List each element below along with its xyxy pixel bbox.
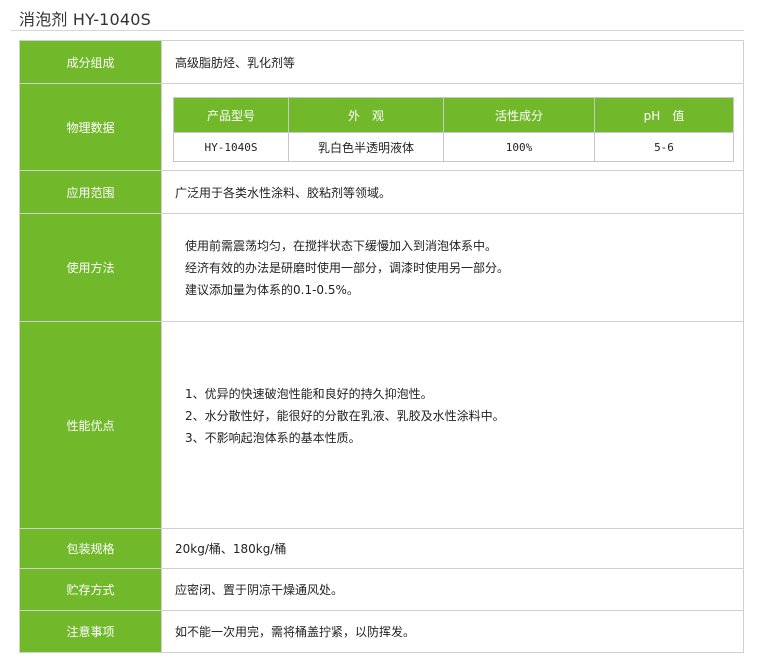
physical-header-row: 产品型号 外 观 活性成分 pH 值 <box>173 97 734 133</box>
cell-active-content: 100% <box>443 132 595 162</box>
header-active-content: 活性成分 <box>443 97 595 133</box>
value-composition: 高级脂肪烃、乳化剂等 <box>175 55 296 70</box>
product-spec-table: 成分组成 高级脂肪烃、乳化剂等 物理数据 产品型号 外 观 活性成分 pH 值 … <box>19 40 744 653</box>
row-physical: 物理数据 产品型号 外 观 活性成分 pH 值 HY-1040S 乳白色半透明液… <box>20 84 743 171</box>
row-advantages: 性能优点 1、优异的快速破泡性能和良好的持久抑泡性。 2、水分散性好，能很好的分… <box>20 322 743 529</box>
value-storage: 应密闭、置于阴凉干燥通风处。 <box>175 583 344 597</box>
page-title: 消泡剂 HY-1040S <box>19 10 152 29</box>
header-appearance: 外 观 <box>288 97 444 133</box>
row-notes: 注意事项 如不能一次用完，需将桶盖拧紧，以防挥发。 <box>20 611 743 652</box>
label-storage: 贮存方式 <box>20 569 162 610</box>
title-divider <box>11 30 744 31</box>
row-application: 应用范围 广泛用于各类水性涂料、胶粘剂等领域。 <box>20 171 743 214</box>
label-composition: 成分组成 <box>20 41 162 83</box>
advantage-line: 2、水分散性好，能很好的分散在乳液、乳胶及水性涂料中。 <box>185 409 505 423</box>
usage-line: 使用前需震荡均匀，在搅拌状态下缓慢加入到消泡体系中。 <box>185 238 498 253</box>
cell-appearance: 乳白色半透明液体 <box>288 132 444 162</box>
label-application: 应用范围 <box>20 171 162 213</box>
label-notes: 注意事项 <box>20 611 162 652</box>
row-packaging: 包装规格 20kg/桶、180kg/桶 <box>20 529 743 569</box>
cell-model: HY-1040S <box>173 132 289 162</box>
value-notes: 如不能一次用完，需将桶盖拧紧，以防挥发。 <box>175 625 416 639</box>
cell-ph: 5-6 <box>594 132 734 162</box>
label-advantages: 性能优点 <box>20 322 162 528</box>
row-composition: 成分组成 高级脂肪烃、乳化剂等 <box>20 41 743 84</box>
usage-line: 建议添加量为体系的0.1-0.5%。 <box>185 282 359 297</box>
label-usage: 使用方法 <box>20 214 162 321</box>
header-model: 产品型号 <box>173 97 289 133</box>
physical-data-table: 产品型号 外 观 活性成分 pH 值 HY-1040S 乳白色半透明液体 100… <box>173 97 734 162</box>
value-physical: 产品型号 外 观 活性成分 pH 值 HY-1040S 乳白色半透明液体 100… <box>162 84 743 170</box>
value-application: 广泛用于各类水性涂料、胶粘剂等领域。 <box>175 185 392 200</box>
usage-line: 经济有效的办法是研磨时使用一部分，调漆时使用另一部分。 <box>185 260 510 275</box>
value-packaging: 20kg/桶、180kg/桶 <box>175 542 287 556</box>
label-physical: 物理数据 <box>20 84 162 170</box>
row-usage: 使用方法 使用前需震荡均匀，在搅拌状态下缓慢加入到消泡体系中。 经济有效的办法是… <box>20 214 743 322</box>
row-storage: 贮存方式 应密闭、置于阴凉干燥通风处。 <box>20 569 743 611</box>
physical-data-row: HY-1040S 乳白色半透明液体 100% 5-6 <box>173 132 734 162</box>
value-usage: 使用前需震荡均匀，在搅拌状态下缓慢加入到消泡体系中。 经济有效的办法是研磨时使用… <box>162 214 743 321</box>
label-packaging: 包装规格 <box>20 529 162 568</box>
advantage-line: 1、优异的快速破泡性能和良好的持久抑泡性。 <box>185 387 433 401</box>
header-ph: pH 值 <box>594 97 734 133</box>
value-advantages: 1、优异的快速破泡性能和良好的持久抑泡性。 2、水分散性好，能很好的分散在乳液、… <box>162 322 743 528</box>
advantage-line: 3、不影响起泡体系的基本性质。 <box>185 431 361 445</box>
